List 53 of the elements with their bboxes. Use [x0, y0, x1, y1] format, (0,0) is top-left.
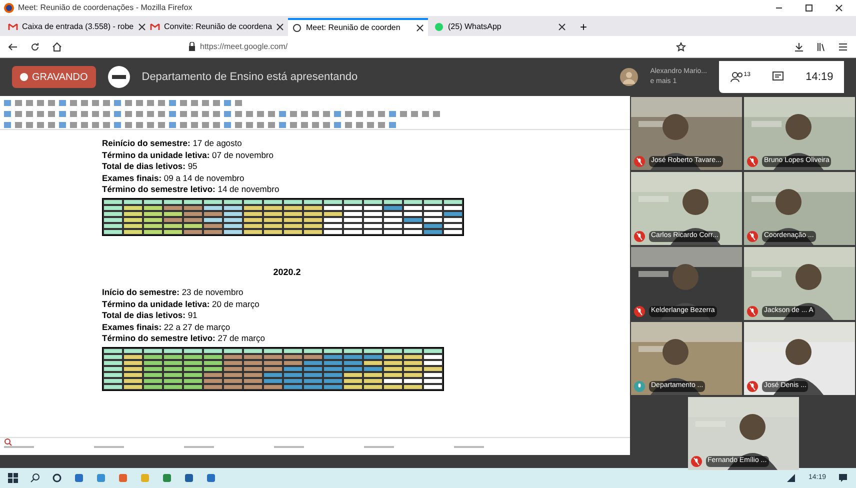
- document-line: Término da unidade letiva: 20 de março: [102, 298, 260, 310]
- menu-icon[interactable]: [838, 42, 848, 52]
- people-icon: [730, 71, 744, 83]
- document-line: Exames finais: 22 a 27 de março: [102, 322, 232, 333]
- app-icon[interactable]: [184, 473, 194, 483]
- tab-icon: [8, 22, 18, 32]
- address-bar[interactable]: https://meet.google.com/: [184, 38, 664, 54]
- document-line: Término do semestre letivo: 27 de março: [102, 333, 266, 344]
- app-icon[interactable]: [206, 473, 216, 483]
- document-line: Total de dias letivos: 95: [102, 161, 198, 172]
- start-icon[interactable]: [8, 473, 18, 483]
- tab-close-icon[interactable]: [138, 23, 146, 31]
- recording-badge: GRAVANDO: [12, 66, 96, 88]
- window-title: Meet: Reunião de coordenações - Mozilla Firefox: [18, 2, 192, 14]
- back-arrow-icon[interactable]: [8, 42, 18, 52]
- browser-logo-icon: [4, 3, 14, 13]
- tab-close-icon[interactable]: [276, 23, 284, 31]
- presenter-text: Departamento de Ensino está apresentando: [142, 70, 358, 85]
- document-line: Término da unidade letiva: 07 de novembro: [102, 150, 274, 161]
- search-icon[interactable]: [30, 473, 40, 483]
- browser-tab[interactable]: Meet: Reunião de coorden: [288, 18, 428, 36]
- reload-icon[interactable]: [30, 42, 40, 52]
- app-icon[interactable]: [74, 473, 84, 483]
- chat-icon[interactable]: [772, 71, 784, 83]
- download-icon[interactable]: [794, 42, 804, 52]
- lock-icon: [188, 42, 196, 51]
- notification-icon[interactable]: [838, 473, 848, 483]
- document-line: Reinício do semestre: 17 de agosto: [102, 138, 243, 150]
- document-line: Exames finais: 09 a 14 de novembro: [102, 172, 246, 184]
- app-icon[interactable]: [118, 473, 128, 483]
- document-line: Término do semestre letivo: 14 de novembro: [102, 184, 280, 196]
- tab-close-icon[interactable]: [558, 23, 566, 31]
- tab-icon: [292, 23, 302, 33]
- viewer-avatar-icon: [620, 68, 638, 86]
- tab-icon: [150, 22, 160, 32]
- home-icon[interactable]: [52, 42, 62, 52]
- circle-icon[interactable]: [52, 473, 62, 483]
- record-dot-icon: [20, 73, 28, 81]
- presentation-avatar-icon: [108, 66, 130, 88]
- section-heading: 2020.2: [272, 266, 302, 278]
- tab-icon: [434, 22, 444, 32]
- document-line: Total de dias letivos: 91: [102, 310, 198, 322]
- meeting-clock: 14:19: [806, 70, 834, 85]
- app-icon[interactable]: [162, 473, 172, 483]
- document-line: Início do semestre: 23 de novembro: [102, 287, 244, 298]
- network-icon[interactable]: [786, 473, 796, 483]
- app-icon[interactable]: [96, 473, 106, 483]
- maximize-icon[interactable]: [804, 3, 814, 13]
- new-tab-button[interactable]: +: [572, 18, 596, 36]
- star-icon[interactable]: [676, 42, 686, 52]
- tab-close-icon[interactable]: [416, 24, 424, 32]
- close-icon[interactable]: [834, 3, 844, 13]
- library-icon[interactable]: [816, 42, 826, 52]
